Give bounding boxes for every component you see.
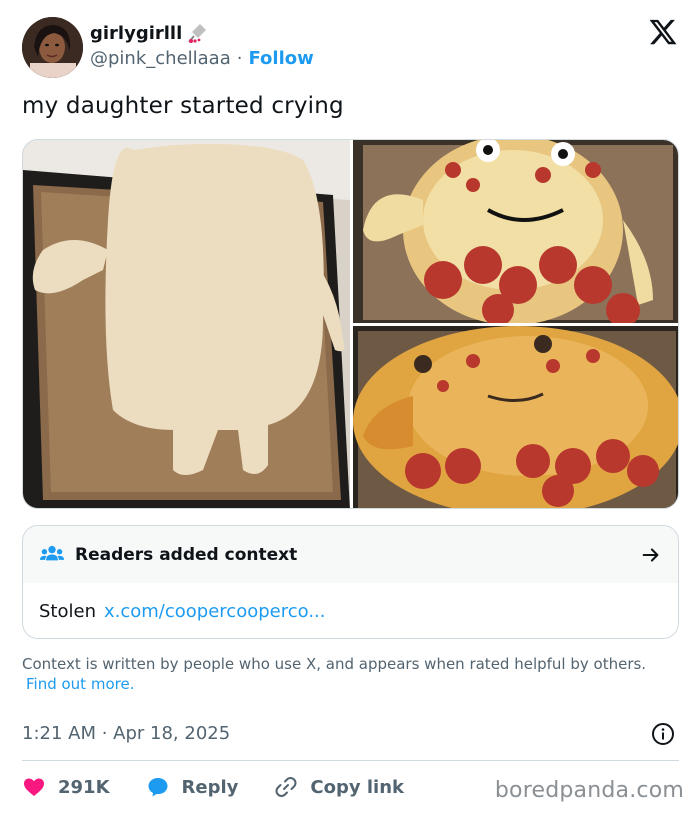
find-out-more-link[interactable]: Find out more. xyxy=(26,675,134,693)
community-note-title: Readers added context xyxy=(75,544,298,565)
tweet-timestamp[interactable]: 1:21 AM · Apr 18, 2025 xyxy=(22,723,230,744)
like-button[interactable]: 291K xyxy=(22,775,110,799)
handle[interactable]: @pink_chellaaa xyxy=(90,48,231,69)
baked-pizza-figure-photo[interactable] xyxy=(353,326,678,508)
community-note-card[interactable]: Readers added context Stolen x.com/coope… xyxy=(22,525,679,639)
disclaimer-text: Context is written by people who use X, … xyxy=(22,655,647,673)
copy-link-button[interactable]: Copy link xyxy=(274,775,404,799)
uncooked-pizza-figure-photo[interactable] xyxy=(353,140,678,323)
reply-button[interactable]: Reply xyxy=(146,775,239,799)
site-watermark: boredpanda.com xyxy=(494,778,684,803)
raw-dough-figure-photo[interactable] xyxy=(23,140,350,508)
community-note-text: Stolen xyxy=(39,601,96,622)
like-count: 291K xyxy=(58,776,110,798)
avatar[interactable] xyxy=(22,17,83,78)
x-logo-icon[interactable] xyxy=(648,17,678,47)
copy-link-label: Copy link xyxy=(310,776,404,798)
display-name[interactable]: girlygirlll xyxy=(90,22,208,44)
link-icon xyxy=(275,777,297,797)
divider xyxy=(22,760,679,761)
nail-polish-emoji-icon xyxy=(188,24,207,43)
arrow-right-icon[interactable] xyxy=(640,544,662,566)
media-grid xyxy=(22,139,679,509)
action-bar: 291K Reply Copy link xyxy=(22,772,440,802)
reply-bubble-icon xyxy=(148,778,168,797)
handle-row: @pink_chellaaa · Follow xyxy=(90,48,314,69)
people-icon xyxy=(39,545,65,560)
community-note-link[interactable]: x.com/coopercooperco... xyxy=(104,601,326,622)
heart-icon xyxy=(24,778,44,796)
tweet-text: my daughter started crying xyxy=(22,93,344,119)
avatar-photo xyxy=(22,17,83,78)
follow-button[interactable]: Follow xyxy=(248,48,313,69)
community-note-body: Stolen x.com/coopercooperco... xyxy=(23,583,678,638)
separator: · xyxy=(236,48,243,69)
community-note-disclaimer: Context is written by people who use X, … xyxy=(22,654,672,694)
reply-label: Reply xyxy=(181,776,239,798)
info-icon[interactable] xyxy=(651,722,675,746)
community-note-header[interactable]: Readers added context xyxy=(23,526,678,583)
